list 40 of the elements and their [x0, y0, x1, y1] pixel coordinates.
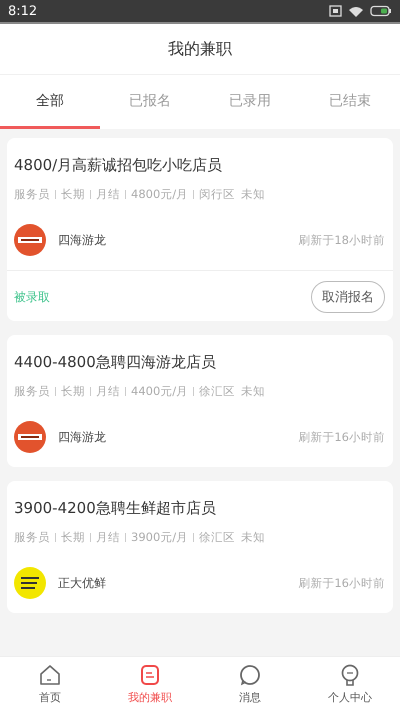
job-tag: 服务员	[14, 530, 50, 545]
job-tag: 闵行区	[199, 187, 236, 202]
job-tag: 服务员	[14, 384, 50, 399]
job-tag: 4400元/月	[131, 384, 188, 399]
job-tag: 月结	[96, 187, 120, 202]
application-status: 被录取	[14, 288, 50, 306]
job-tag: 长期	[61, 384, 85, 399]
company-logo	[14, 567, 46, 599]
company-logo	[14, 421, 46, 453]
job-tag: 服务员	[14, 187, 50, 202]
company-name: 四海游龙	[58, 428, 107, 446]
job-tag: 徐汇区	[199, 384, 236, 399]
job-tag: 月结	[96, 384, 120, 399]
job-title[interactable]: 4800/月高薪诚招包吃小吃店员	[14, 156, 385, 175]
refresh-time: 刷新于16小时前	[298, 576, 385, 590]
company-name: 正大优鲜	[58, 574, 107, 592]
job-tag: 4800元/月	[131, 187, 188, 202]
job-title[interactable]: 3900-4200急聘生鲜超市店员	[14, 499, 385, 518]
sim-icon	[329, 5, 342, 17]
battery-icon	[370, 5, 392, 17]
job-location-distance: 未知	[241, 384, 266, 399]
job-tag: 3900元/月	[131, 530, 188, 545]
page-title: 我的兼职	[168, 38, 232, 60]
job-location-distance: 未知	[241, 530, 266, 545]
job-tag: 长期	[61, 530, 85, 545]
job-tag: 徐汇区	[199, 530, 236, 545]
refresh-time: 刷新于16小时前	[298, 430, 385, 444]
refresh-time: 刷新于18小时前	[298, 232, 385, 248]
company-name: 四海游龙	[58, 232, 107, 248]
chat-bubble-icon	[238, 663, 262, 687]
company-logo	[14, 224, 46, 256]
wifi-icon	[348, 5, 364, 17]
job-tag: 月结	[96, 530, 120, 545]
status-time: 8:12	[8, 4, 38, 18]
cancel-application-button[interactable]: 取消报名	[311, 281, 385, 313]
home-icon	[38, 663, 62, 687]
job-location-distance: 未知	[241, 187, 266, 202]
job-tag: 长期	[61, 187, 85, 202]
document-icon	[138, 663, 162, 687]
job-title[interactable]: 4400-4800急聘四海游龙店员	[14, 353, 385, 372]
